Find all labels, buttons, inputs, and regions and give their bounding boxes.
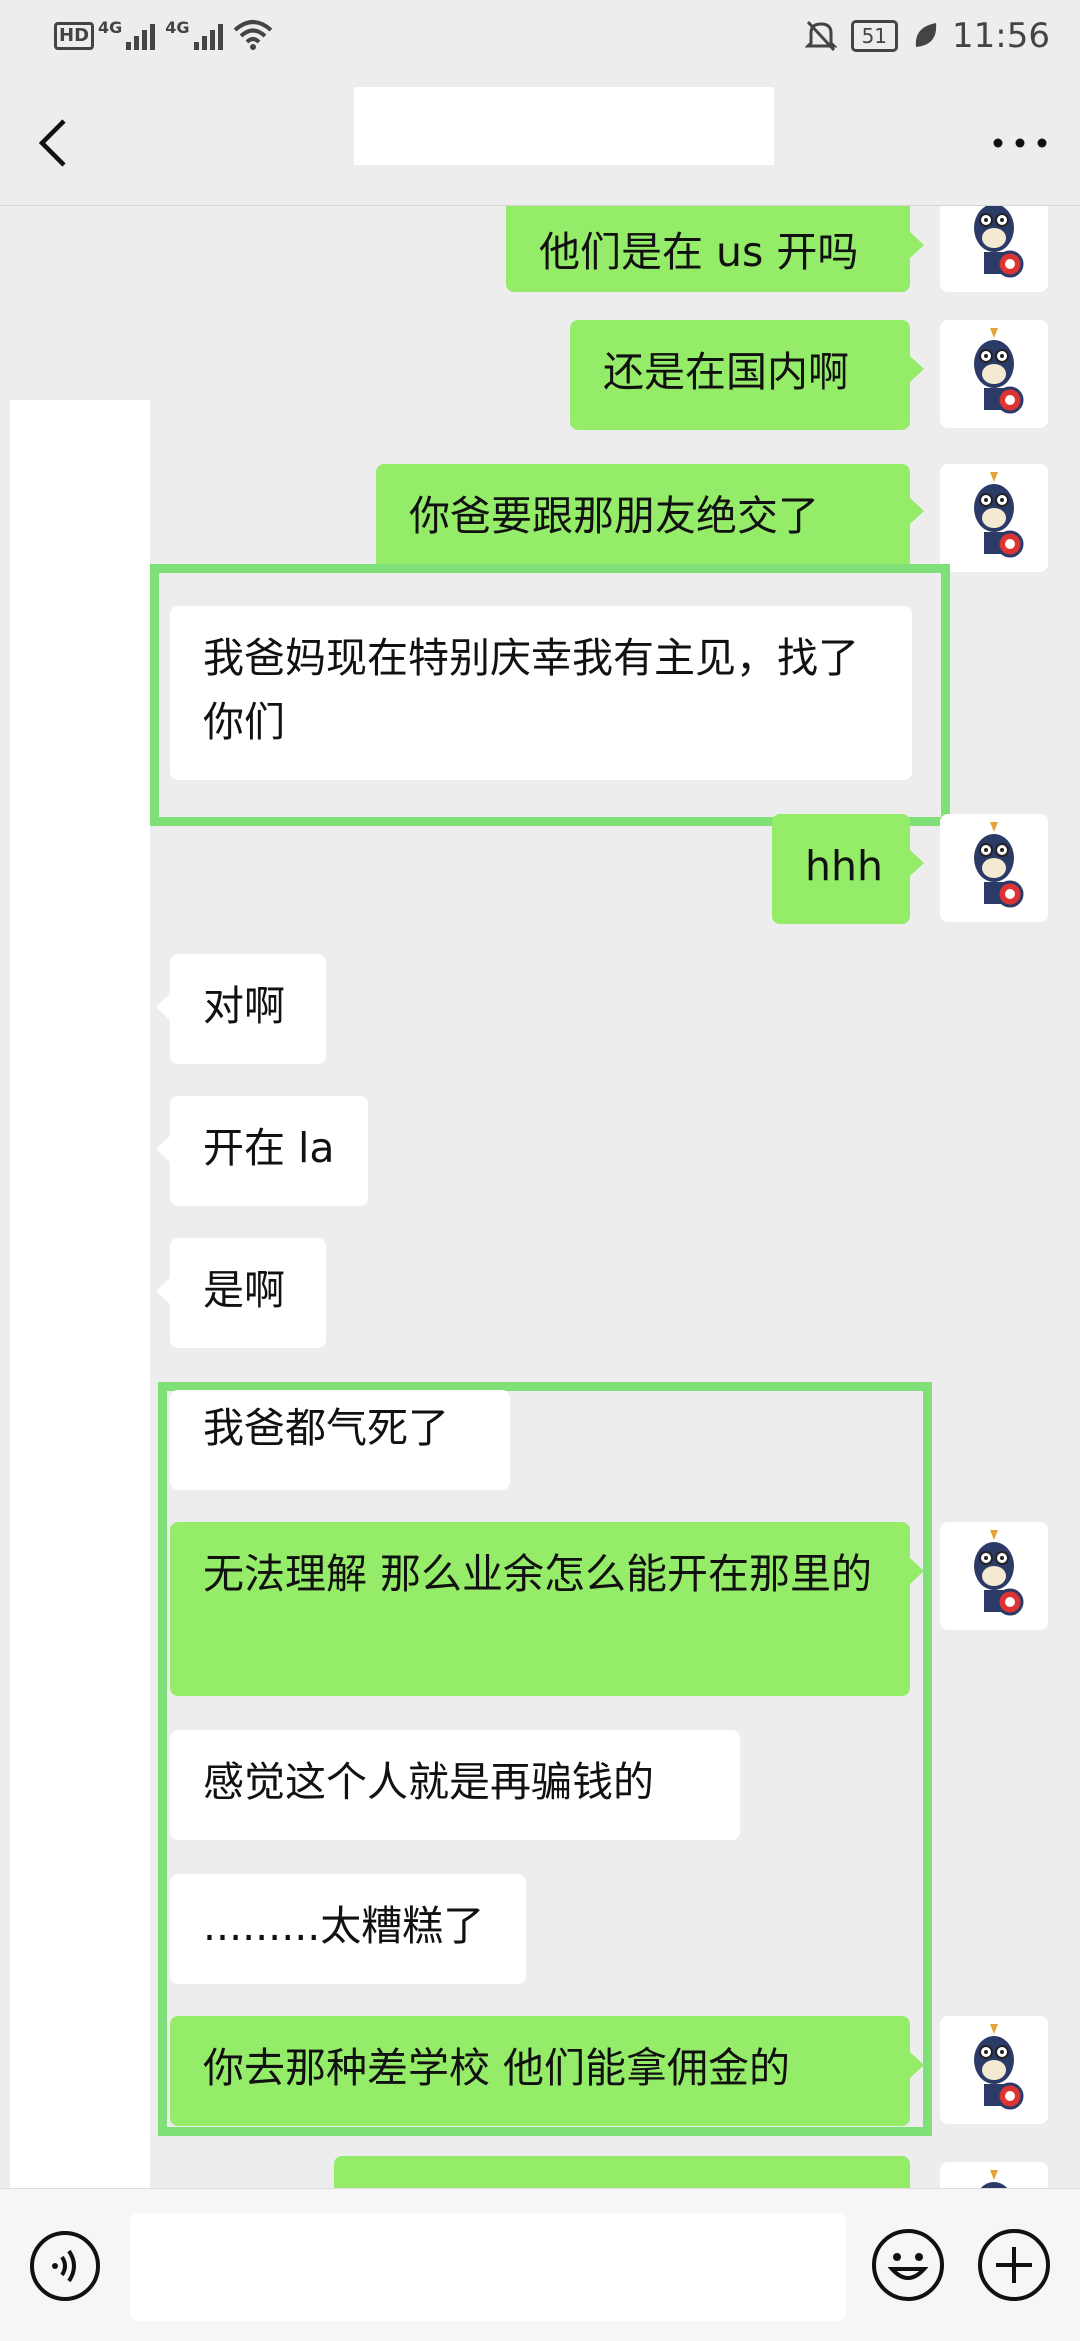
message-bubble[interactable]: hhh	[772, 814, 910, 924]
status-bar: HD 4G 4G 51 11:56	[0, 0, 1080, 75]
avatar[interactable]	[940, 814, 1048, 922]
avatar-icon	[974, 1530, 1024, 1616]
avatar-icon	[974, 2024, 1024, 2110]
wifi-icon	[233, 20, 272, 50]
emoji-icon[interactable]	[870, 2227, 946, 2303]
redacted-area	[10, 400, 150, 2206]
message-bubble[interactable]: 他们是在 us 开吗	[506, 206, 910, 292]
message-bubble[interactable]: 感觉这个人就是再骗钱的	[170, 1730, 740, 1840]
avatar[interactable]	[940, 320, 1048, 428]
message-bubble[interactable]: 开在 la	[170, 1096, 368, 1206]
avatar[interactable]	[940, 464, 1048, 572]
more-icon[interactable]	[990, 133, 1050, 153]
clock: 11:56	[952, 16, 1050, 56]
leaf-icon	[915, 23, 937, 47]
avatar-icon	[974, 328, 1024, 414]
message-bubble[interactable]: 无法理解 那么业余怎么能开在那里的	[170, 1522, 910, 1696]
hd-icon: HD	[54, 22, 95, 50]
plus-icon[interactable]	[976, 2227, 1052, 2303]
signal-icon-1	[126, 20, 156, 50]
bell-off-icon	[804, 20, 837, 52]
input-bar	[0, 2188, 1080, 2341]
message-bubble[interactable]: 还是在国内啊	[570, 320, 910, 430]
back-icon[interactable]	[30, 113, 80, 173]
status-left: HD 4G 4G	[54, 18, 273, 50]
message-bubble[interactable]: .........太糟糕了	[170, 1874, 526, 1984]
message-bubble[interactable]: 我爸都气死了	[170, 1390, 510, 1490]
message-bubble[interactable]: 是啊	[170, 1238, 326, 1348]
voice-icon[interactable]	[28, 2229, 102, 2303]
message-input[interactable]	[130, 2213, 846, 2321]
signal-icon-2	[193, 20, 223, 50]
sim1-label: 4G	[98, 18, 123, 37]
status-right: 51 11:56	[804, 16, 1050, 56]
avatar-icon	[974, 206, 1024, 278]
avatar-icon	[974, 822, 1024, 908]
sim2-label: 4G	[165, 18, 190, 37]
avatar[interactable]	[940, 1522, 1048, 1630]
avatar[interactable]	[940, 2016, 1048, 2124]
message-bubble[interactable]: 我爸妈现在特别庆幸我有主见，找了你们	[170, 606, 912, 780]
message-bubble[interactable]: 对啊	[170, 954, 326, 1064]
avatar-icon	[974, 472, 1024, 558]
chat-header	[0, 75, 1080, 206]
message-list: 他们是在 us 开吗 还是在国内啊 你爸要跟那朋友绝交了 我爸妈现在特别庆幸我有…	[0, 206, 1080, 2206]
battery-indicator: 51	[850, 20, 899, 52]
message-bubble[interactable]: 你爸要跟那朋友绝交了	[376, 464, 910, 570]
message-bubble[interactable]: 你去那种差学校 他们能拿佣金的	[170, 2016, 910, 2126]
chat-title	[354, 87, 774, 165]
avatar[interactable]	[940, 206, 1048, 292]
